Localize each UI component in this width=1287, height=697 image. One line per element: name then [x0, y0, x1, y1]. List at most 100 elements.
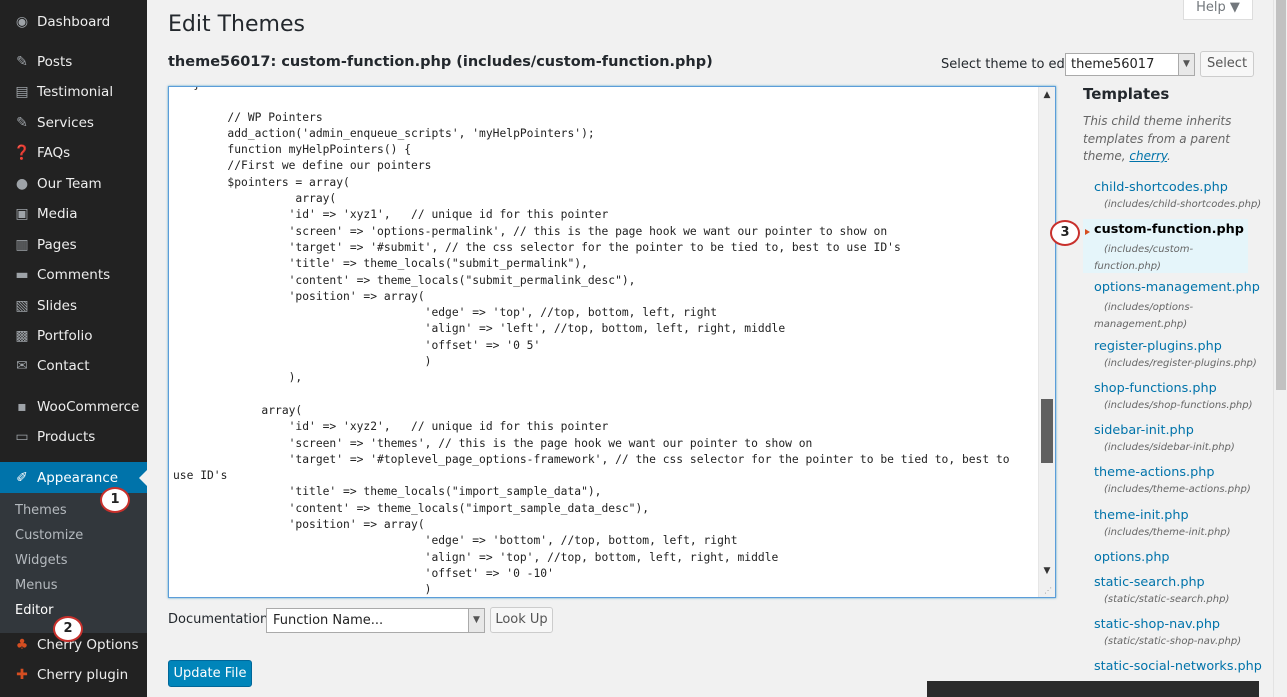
templates-heading: Templates	[1083, 85, 1170, 103]
template-file-link[interactable]: theme-init.php	[1094, 508, 1189, 523]
code-line: )	[173, 583, 432, 597]
page-scrollbar-thumb[interactable]	[1276, 0, 1286, 390]
sidebar-item-cherry-plugin[interactable]: ✚ Cherry plugin	[0, 660, 147, 690]
code-line: 'target' => '#submit', // the css select…	[173, 240, 901, 254]
code-line: function myHelpPointers() {	[173, 143, 412, 157]
dashboard-icon: ◉	[15, 14, 29, 30]
sidebar-item-dashboard[interactable]: ◉ Dashboard	[0, 7, 147, 37]
submenu-widgets[interactable]: Widgets	[15, 553, 68, 568]
sidebar-item-label: FAQs	[37, 145, 71, 161]
sidebar-item-label: Cherry plugin	[37, 667, 129, 683]
sidebar-item-label: Portfolio	[37, 328, 93, 344]
code-line: }	[173, 87, 1039, 93]
select-theme-button[interactable]: Select	[1200, 51, 1254, 77]
sidebar-item-our-team[interactable]: ● Our Team	[0, 169, 147, 199]
file-title: theme56017: custom-function.php (include…	[168, 54, 713, 70]
code-line: 'position' => array(	[173, 289, 425, 303]
sidebar-item-label: Slides	[37, 298, 77, 314]
sidebar-item-appearance[interactable]: ✐ Appearance	[0, 462, 147, 494]
template-file-path: (includes/theme-init.php)	[1104, 527, 1231, 538]
code-line: $pointers = array(	[173, 175, 350, 189]
theme-select[interactable]: theme56017 ▼	[1065, 53, 1195, 76]
sidebar-item-slides[interactable]: ▧ Slides	[0, 291, 147, 321]
code-line: //First we define our pointers	[173, 159, 432, 173]
page-scrollbar[interactable]	[1273, 0, 1287, 697]
documentation-select-value: Function Name...	[273, 613, 384, 628]
sidebar-item-posts[interactable]: ✎ Posts	[0, 47, 147, 77]
submenu-themes[interactable]: Themes	[15, 503, 67, 518]
resize-grip-icon[interactable]: ⋰	[1044, 586, 1054, 596]
callout-marker: 2	[53, 616, 83, 642]
callout-marker: 1	[100, 487, 130, 513]
scrollbar-thumb[interactable]	[1041, 399, 1053, 463]
sidebar-item-label: WooCommerce	[37, 399, 140, 415]
sidebar-item-services[interactable]: ✎ Services	[0, 108, 147, 138]
code-line: array(	[173, 192, 337, 206]
sidebar-item-testimonial[interactable]: ▤ Testimonial	[0, 77, 147, 107]
sidebar-item-label: Services	[37, 115, 94, 131]
scroll-up-icon[interactable]: ▲	[1039, 87, 1055, 103]
current-menu-arrow	[139, 470, 147, 486]
code-editor[interactable]: } // WP Pointers add_action('admin_enque…	[168, 86, 1056, 598]
template-file-link[interactable]: shop-functions.php	[1094, 381, 1217, 396]
editor-scrollbar[interactable]: ▲ ▼	[1038, 87, 1055, 597]
submenu-editor[interactable]: Editor	[15, 603, 53, 618]
documentation-select[interactable]: Function Name... ▼	[266, 608, 485, 633]
current-file-arrow-icon	[1085, 229, 1090, 235]
sidebar-item-products[interactable]: ▭ Products	[0, 422, 147, 452]
code-line: 'screen' => 'themes', // this is the pag…	[173, 436, 813, 450]
scroll-down-icon[interactable]: ▼	[1039, 563, 1055, 579]
template-file-link[interactable]: options.php	[1094, 550, 1170, 565]
plugin-icon: ✚	[16, 667, 28, 683]
code-line: 'content' => theme_locals("import_sample…	[173, 501, 650, 515]
submenu-menus[interactable]: Menus	[15, 578, 57, 593]
template-file-link[interactable]: static-shop-nav.php	[1094, 617, 1220, 632]
template-file-link[interactable]: theme-actions.php	[1094, 465, 1214, 480]
portfolio-icon: ▩	[15, 328, 29, 344]
sidebar-item-pages[interactable]: ▥ Pages	[0, 230, 147, 260]
code-line: 'align' => 'left', //top, bottom, left, …	[173, 322, 786, 336]
sidebar-item-woocommerce[interactable]: ▪ WooCommerce	[0, 392, 147, 422]
pages-icon: ▥	[15, 237, 29, 253]
code-line: 'align' => 'top', //top, bottom, left, r…	[173, 550, 779, 564]
sidebar-item-label: Contact	[37, 358, 90, 374]
sidebar-item-label: Dashboard	[37, 14, 111, 30]
sidebar-item-comments[interactable]: ▬ Comments	[0, 260, 147, 290]
sidebar-item-faqs[interactable]: ❓ FAQs	[0, 138, 147, 168]
code-line: use ID's	[173, 469, 228, 483]
code-line: 'title' => theme_locals("import_sample_d…	[173, 485, 602, 499]
template-file-current[interactable]: custom-function.php	[1094, 222, 1244, 237]
cart-icon: ▭	[15, 429, 29, 445]
update-file-button[interactable]: Update File	[168, 660, 252, 687]
code-line: 'id' => 'xyz1', // unique id for this po…	[173, 208, 609, 222]
help-tab-button[interactable]: Help ▼	[1183, 0, 1253, 20]
sidebar-item-label: Testimonial	[37, 84, 114, 100]
sidebar-item-portfolio[interactable]: ▩ Portfolio	[0, 321, 147, 351]
code-line: )	[173, 355, 432, 369]
template-file-link[interactable]: static-search.php	[1094, 575, 1205, 590]
comments-icon: ▬	[15, 267, 29, 283]
sidebar-item-contact[interactable]: ✉ Contact	[0, 351, 147, 381]
template-file-link[interactable]: static-social-networks.php	[1094, 659, 1262, 674]
sidebar-item-label: Appearance	[37, 470, 119, 486]
pin-icon: ✎	[16, 115, 28, 131]
code-content[interactable]: } // WP Pointers add_action('admin_enque…	[173, 87, 1039, 597]
code-line: // WP Pointers	[173, 110, 323, 124]
lookup-button[interactable]: Look Up	[490, 607, 553, 633]
template-file-link[interactable]: sidebar-init.php	[1094, 423, 1194, 438]
media-icon: ▣	[15, 206, 29, 222]
submenu-customize[interactable]: Customize	[15, 528, 83, 543]
appearance-submenu: Themes Customize Widgets Menus Editor	[0, 493, 147, 633]
sidebar-item-media[interactable]: ▣ Media	[0, 199, 147, 229]
theme-select-value: theme56017	[1071, 57, 1155, 72]
template-file-path: (static/static-shop-nav.php)	[1104, 636, 1242, 647]
bottom-dark-strip	[927, 681, 1259, 697]
cherry-icon: ♣	[15, 637, 29, 653]
admin-sidebar: ◉ Dashboard ✎ Posts ▤ Testimonial ✎ Services…	[0, 0, 147, 697]
template-file-link[interactable]: register-plugins.php	[1094, 339, 1222, 354]
parent-theme-link[interactable]: cherry	[1129, 149, 1167, 163]
template-file-link[interactable]: options-management.php	[1094, 280, 1260, 295]
template-file-link[interactable]: child-shortcodes.php	[1094, 180, 1228, 195]
template-file-path: (includes/theme-actions.php)	[1104, 484, 1251, 495]
